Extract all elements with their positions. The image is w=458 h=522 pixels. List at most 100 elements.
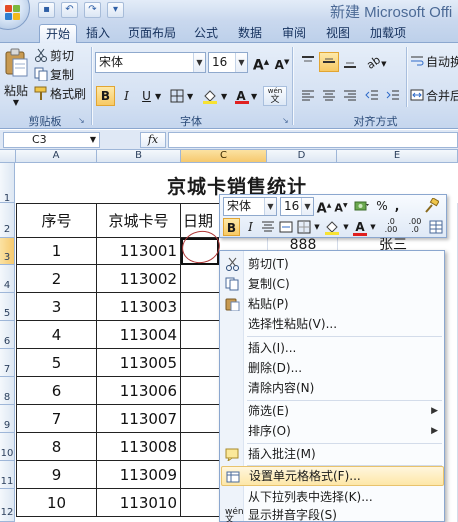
undo-icon[interactable]: ↶ xyxy=(61,2,78,18)
borders-button[interactable] xyxy=(168,86,185,106)
row-header-4[interactable]: 4 xyxy=(0,265,15,293)
menu-item-insert-comment[interactable]: 插入批注(M) xyxy=(221,444,444,464)
align-center-button[interactable] xyxy=(319,86,339,106)
mini-format-button[interactable] xyxy=(428,218,444,236)
menu-item-cut[interactable]: 剪切(T) xyxy=(221,254,444,274)
mini-font-size-select[interactable]: 16 ▼ xyxy=(280,197,314,216)
column-header-c[interactable]: C xyxy=(181,150,267,163)
mini-italic-button[interactable]: I xyxy=(243,218,258,236)
decrease-indent-button[interactable] xyxy=(362,86,382,106)
shrink-font-button[interactable]: A▼ xyxy=(272,52,292,72)
table-cell-card[interactable]: 113008 xyxy=(97,433,181,461)
table-cell-seq[interactable]: 10 xyxy=(16,489,97,517)
menu-item-insert[interactable]: 插入(I)... xyxy=(221,338,444,358)
table-cell-seq[interactable]: 4 xyxy=(16,321,97,349)
menu-item-delete[interactable]: 删除(D)... xyxy=(221,358,444,378)
align-right-button[interactable] xyxy=(340,86,360,106)
table-cell-date[interactable] xyxy=(181,321,219,349)
redo-icon[interactable]: ↷ xyxy=(84,2,101,18)
row-header-3[interactable]: 3 xyxy=(0,238,15,265)
grow-font-button[interactable]: A▲ xyxy=(251,52,271,74)
row-header-6[interactable]: 6 xyxy=(0,321,15,349)
column-header-a[interactable]: A xyxy=(16,150,97,163)
menu-item-clear-contents[interactable]: 清除内容(N) xyxy=(221,378,444,398)
row-header-8[interactable]: 8 xyxy=(0,377,15,405)
cut-button[interactable]: 剪切 xyxy=(34,46,74,66)
merge-center-button[interactable]: 合并后 xyxy=(410,86,458,106)
paste-dropdown-icon[interactable]: ▼ xyxy=(2,98,30,107)
menu-item-copy[interactable]: 复制(C) xyxy=(221,274,444,294)
formula-input[interactable] xyxy=(168,132,458,148)
mini-font-name-select[interactable]: 宋体 ▼ xyxy=(223,197,277,216)
table-cell-seq[interactable]: 1 xyxy=(16,238,97,265)
row-header-2[interactable]: 2 xyxy=(0,203,15,238)
mini-decrease-decimal-button[interactable]: .00.0 xyxy=(404,218,426,236)
font-color-button[interactable]: A xyxy=(232,86,250,106)
mini-bold-button[interactable]: B xyxy=(223,218,240,236)
mini-comma-button[interactable]: , xyxy=(390,197,404,215)
orientation-button[interactable]: ab▼ xyxy=(364,52,390,72)
mini-center-button[interactable] xyxy=(260,218,276,236)
table-cell-date[interactable] xyxy=(181,489,219,517)
row-header-11[interactable]: 11 xyxy=(0,461,15,489)
header-cell-seq[interactable]: 序号 xyxy=(16,203,97,238)
table-cell-card[interactable]: 113005 xyxy=(97,349,181,377)
tab-page-layout[interactable]: 页面布局 xyxy=(124,24,180,43)
row-header-1[interactable]: 1 xyxy=(0,163,15,204)
mini-merge-button[interactable] xyxy=(278,218,294,236)
tab-data[interactable]: 数据 xyxy=(232,24,268,43)
mini-percent-button[interactable]: % xyxy=(375,197,389,215)
align-top-button[interactable] xyxy=(298,52,318,72)
header-cell-card[interactable]: 京城卡号 xyxy=(97,203,181,238)
column-header-b[interactable]: B xyxy=(97,150,181,163)
table-cell-seq[interactable]: 9 xyxy=(16,461,97,489)
menu-item-show-phonetic[interactable]: wén 文 显示拼音字段(S) xyxy=(221,507,444,522)
mini-fill-color-dropdown-icon[interactable]: ▼ xyxy=(342,218,350,236)
row-header-9[interactable]: 9 xyxy=(0,405,15,433)
tab-addins[interactable]: 加载项 xyxy=(364,24,412,43)
table-cell-date[interactable] xyxy=(181,293,219,321)
menu-item-sort[interactable]: 排序(O) ▶ xyxy=(221,421,444,441)
row-header-12[interactable]: 12 xyxy=(0,489,15,522)
tab-insert[interactable]: 插入 xyxy=(80,24,116,43)
mini-accounting-format-button[interactable] xyxy=(351,197,373,215)
copy-button[interactable]: 复制 xyxy=(34,65,74,85)
mini-font-color-dropdown-icon[interactable]: ▼ xyxy=(369,218,377,236)
mini-fill-color-button[interactable] xyxy=(323,218,341,236)
table-cell-card[interactable]: 113007 xyxy=(97,405,181,433)
tab-formulas[interactable]: 公式 xyxy=(188,24,224,43)
table-cell-date[interactable] xyxy=(181,265,219,293)
align-bottom-button[interactable] xyxy=(340,52,360,72)
tab-home[interactable]: 开始 xyxy=(39,24,77,43)
font-color-dropdown-icon[interactable]: ▼ xyxy=(251,92,257,101)
save-icon[interactable]: ▪ xyxy=(38,2,55,18)
mini-borders-button[interactable] xyxy=(296,218,312,236)
table-cell-date[interactable] xyxy=(181,377,219,405)
table-cell-card[interactable]: 113003 xyxy=(97,293,181,321)
table-cell-seq[interactable]: 2 xyxy=(16,265,97,293)
table-cell-seq[interactable]: 3 xyxy=(16,293,97,321)
table-cell-seq[interactable]: 8 xyxy=(16,433,97,461)
mini-format-painter-button[interactable] xyxy=(421,197,441,215)
table-cell-seq[interactable]: 7 xyxy=(16,405,97,433)
font-name-select[interactable]: 宋体 ▼ xyxy=(95,52,206,73)
borders-dropdown-icon[interactable]: ▼ xyxy=(187,92,193,101)
table-cell-card[interactable]: 113009 xyxy=(97,461,181,489)
mini-borders-dropdown-icon[interactable]: ▼ xyxy=(313,218,321,236)
table-cell-seq[interactable]: 5 xyxy=(16,349,97,377)
table-cell-card[interactable]: 113006 xyxy=(97,377,181,405)
menu-item-paste[interactable]: 粘贴(P) xyxy=(221,294,444,314)
font-size-select[interactable]: 16 ▼ xyxy=(208,52,248,73)
row-header-10[interactable]: 10 xyxy=(0,433,15,461)
wrap-text-button[interactable]: 自动换 xyxy=(410,52,458,72)
format-painter-button[interactable]: 格式刷 xyxy=(34,84,86,104)
mini-font-color-button[interactable]: A xyxy=(352,218,368,236)
name-box[interactable]: C3 ▼ xyxy=(3,132,100,148)
column-header-e[interactable]: E xyxy=(337,150,458,163)
row-header-7[interactable]: 7 xyxy=(0,349,15,377)
fill-color-dropdown-icon[interactable]: ▼ xyxy=(221,92,227,101)
tab-review[interactable]: 审阅 xyxy=(276,24,312,43)
menu-item-pick-from-list[interactable]: 从下拉列表中选择(K)... xyxy=(221,487,444,507)
row-header-5[interactable]: 5 xyxy=(0,293,15,321)
column-header-d[interactable]: D xyxy=(267,150,337,163)
